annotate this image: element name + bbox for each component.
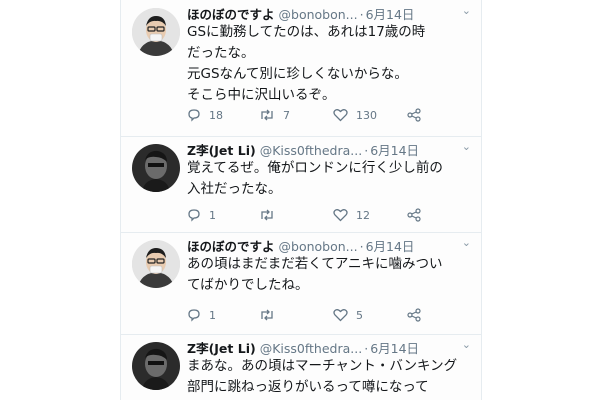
like-count: 5 [356, 308, 363, 322]
tweet-actions: 18 7 130 [187, 108, 457, 126]
share-button[interactable] [407, 108, 429, 122]
tweet-thread: ほのぼのですよ @bonobon... · 6月14日 ⌄ GSに勤務してたのは、あれ… [120, 0, 482, 400]
tweet-line: GSに勤務してたのは、あれは17歳の時 [187, 24, 426, 40]
display-name[interactable]: ほのぼのですよ [187, 7, 275, 22]
separator-dot: · [364, 143, 369, 158]
tweet-text: まあな。あの頃はマーチャント・バンキング 部門に跳ねっ返りがいるって噂になって [187, 356, 471, 398]
man-photo-avatar-icon [132, 240, 180, 288]
tweet-line: 覚えてるぜ。俺がロンドンに行く少し前の [187, 160, 443, 176]
user-handle[interactable]: @Kiss0fthedra... [260, 341, 363, 356]
retweet-icon [261, 209, 273, 221]
tweet-2[interactable]: Z李(Jet Li) @Kiss0fthedra... · 6月14日 ⌄ 覚えてるぜ… [121, 136, 481, 233]
retweet-button[interactable] [259, 208, 283, 222]
chevron-down-icon[interactable]: ⌄ [462, 338, 471, 351]
reply-count: 18 [209, 108, 223, 122]
like-count: 130 [356, 108, 377, 122]
like-count: 12 [356, 208, 370, 222]
tweet-actions: 1 12 [187, 208, 457, 226]
tweet-line: 入社だったな。 [187, 181, 282, 197]
user-handle[interactable]: @bonobon... [279, 239, 358, 254]
chevron-down-icon[interactable]: ⌄ [462, 140, 471, 153]
tweet-line: 元GSなんて別に珍しくないからな。 [187, 66, 408, 82]
display-name[interactable]: Z李(Jet Li) [187, 341, 256, 356]
tweet-line: そこら中に沢山いるぞ。 [187, 87, 336, 103]
retweet-icon [261, 109, 273, 121]
tweet-text: あの頃はまだまだ若くてアニキに噛みつい てばかりでしたね。 [187, 254, 471, 296]
display-name[interactable]: ほのぼのですよ [187, 239, 275, 254]
reply-button[interactable]: 1 [187, 208, 216, 222]
like-button[interactable]: 5 [333, 308, 363, 322]
user-handle[interactable]: @bonobon... [279, 7, 358, 22]
tweet-line: だったな。 [187, 45, 255, 61]
avatar-bonobon[interactable] [132, 240, 180, 288]
man-photo-avatar-icon [132, 8, 180, 56]
like-icon [333, 109, 348, 122]
reply-count: 1 [209, 208, 216, 222]
reply-icon [188, 209, 200, 222]
retweet-button[interactable]: 7 [259, 108, 290, 122]
tweet-1[interactable]: ほのぼのですよ @bonobon... · 6月14日 ⌄ GSに勤務してたのは、あれ… [121, 0, 481, 137]
tweet-text: 覚えてるぜ。俺がロンドンに行く少し前の 入社だったな。 [187, 158, 471, 200]
retweet-count: 7 [283, 108, 290, 122]
chevron-down-icon[interactable]: ⌄ [462, 4, 471, 17]
share-button[interactable] [407, 308, 429, 322]
tweet-text: GSに勤務してたのは、あれは17歳の時 だったな。 元GSなんて別に珍しくないか… [187, 22, 471, 106]
display-name[interactable]: Z李(Jet Li) [187, 143, 256, 158]
separator-dot: · [359, 239, 364, 254]
reply-button[interactable]: 1 [187, 308, 216, 322]
dark-portrait-avatar-icon [132, 342, 180, 390]
avatar-jetli[interactable] [132, 144, 180, 192]
avatar-bonobon[interactable] [132, 8, 180, 56]
share-button[interactable] [407, 208, 429, 222]
retweet-icon [261, 309, 273, 321]
tweet-line: てばかりでしたね。 [187, 277, 309, 293]
separator-dot: · [364, 341, 369, 356]
tweet-date[interactable]: 6月14日 [370, 341, 419, 356]
separator-dot: · [359, 7, 364, 22]
avatar-jetli[interactable] [132, 342, 180, 390]
tweet-line: 部門に跳ねっ返りがいるって噂になって [187, 379, 429, 395]
reply-button[interactable]: 18 [187, 108, 223, 122]
tweet-date[interactable]: 6月14日 [366, 7, 415, 22]
share-icon [407, 308, 421, 322]
retweet-button[interactable] [259, 308, 283, 322]
chevron-down-icon[interactable]: ⌄ [462, 236, 471, 249]
tweet-line: あの頃はまだまだ若くてアニキに噛みつい [187, 256, 443, 272]
reply-icon [188, 309, 200, 322]
like-button[interactable]: 12 [333, 208, 370, 222]
share-icon [407, 208, 421, 222]
tweet-date[interactable]: 6月14日 [370, 143, 419, 158]
reply-icon [188, 109, 200, 122]
share-icon [407, 108, 421, 122]
like-icon [333, 309, 348, 322]
dark-portrait-avatar-icon [132, 144, 180, 192]
user-handle[interactable]: @Kiss0fthedra... [260, 143, 363, 158]
tweet-3[interactable]: ほのぼのですよ @bonobon... · 6月14日 ⌄ あの頃はまだまだ若くてアニ… [121, 232, 481, 335]
tweet-actions: 1 5 [187, 308, 457, 326]
tweet-line: まあな。あの頃はマーチャント・バンキング [187, 358, 458, 374]
like-icon [333, 209, 348, 222]
reply-count: 1 [209, 308, 216, 322]
tweet-date[interactable]: 6月14日 [366, 239, 415, 254]
like-button[interactable]: 130 [333, 108, 377, 122]
tweet-4[interactable]: Z李(Jet Li) @Kiss0fthedra... · 6月14日 ⌄ まあな。あ… [121, 334, 481, 400]
